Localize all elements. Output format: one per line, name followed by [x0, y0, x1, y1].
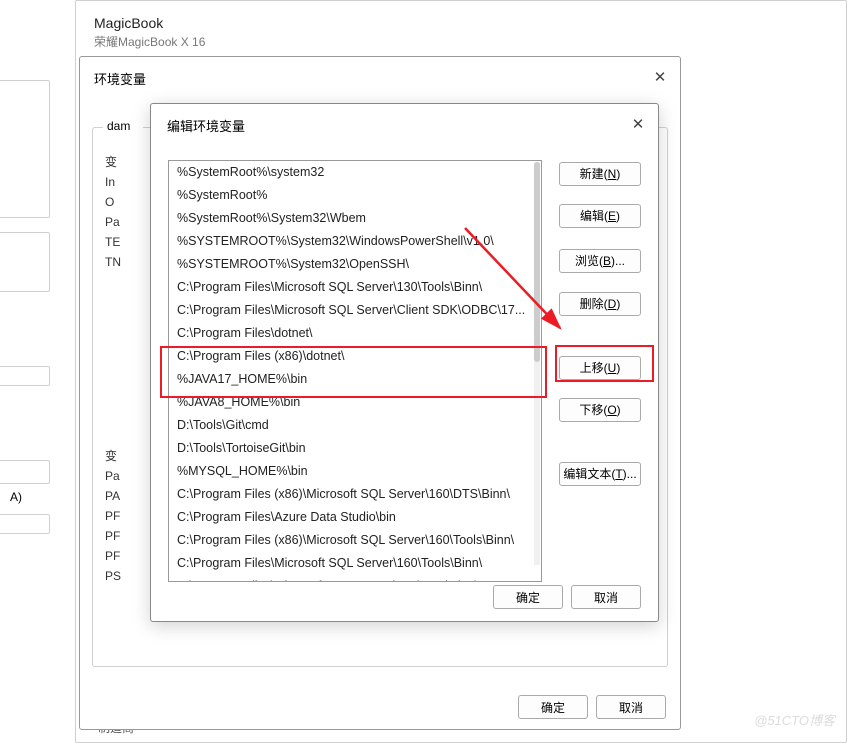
edit-dialog-title: 编辑环境变量 — [151, 104, 658, 147]
device-title: MagicBook — [94, 15, 828, 31]
scrollbar-thumb[interactable] — [534, 162, 540, 362]
var-peek: PF — [105, 546, 121, 566]
path-list-item[interactable]: C:\Program Files\Microsoft SQL Server\16… — [169, 575, 541, 582]
ok-button[interactable]: 确定 — [493, 585, 563, 609]
left-card — [0, 232, 50, 292]
path-list-item[interactable]: %JAVA8_HOME%\bin — [169, 391, 541, 414]
close-icon[interactable]: ✕ — [648, 65, 672, 89]
var-peek: PF — [105, 506, 121, 526]
path-list-item[interactable]: C:\Program Files\Azure Data Studio\bin — [169, 506, 541, 529]
env-dialog-title: 环境变量 — [80, 57, 680, 100]
var-peek: PS — [105, 566, 121, 586]
var-peek: 变 — [105, 446, 121, 466]
move-down-button[interactable]: 下移(O) — [559, 398, 641, 422]
path-list-item[interactable]: %SystemRoot%\system32 — [169, 161, 541, 184]
new-button[interactable]: 新建(N) — [559, 162, 641, 186]
path-list-item[interactable]: C:\Program Files\Microsoft SQL Server\13… — [169, 276, 541, 299]
delete-button[interactable]: 删除(D) — [559, 292, 641, 316]
var-peek: In — [105, 172, 121, 192]
browse-button[interactable]: 浏览(B)... — [559, 249, 641, 273]
path-list-item[interactable]: %MYSQL_HOME%\bin — [169, 460, 541, 483]
var-peek-col: 变 In O Pa TE TN — [105, 152, 121, 272]
path-list-item[interactable]: D:\Tools\Git\cmd — [169, 414, 541, 437]
edit-button[interactable]: 编辑(E) — [559, 204, 641, 228]
edit-text-button[interactable]: 编辑文本(T)... — [559, 462, 641, 486]
path-list-item[interactable]: C:\Program Files (x86)\Microsoft SQL Ser… — [169, 529, 541, 552]
var-peek: TE — [105, 232, 121, 252]
var-peek: 变 — [105, 152, 121, 172]
path-list-item[interactable]: D:\Tools\TortoiseGit\bin — [169, 437, 541, 460]
path-list-item[interactable]: %SystemRoot%\System32\Wbem — [169, 207, 541, 230]
scrollbar[interactable] — [534, 162, 540, 565]
path-list-item[interactable]: C:\Program Files (x86)\Microsoft SQL Ser… — [169, 483, 541, 506]
close-icon[interactable]: ✕ — [626, 112, 650, 136]
path-list-item[interactable]: C:\Program Files\Microsoft SQL Server\16… — [169, 552, 541, 575]
left-card — [0, 514, 50, 534]
path-list-item[interactable]: %SYSTEMROOT%\System32\WindowsPowerShell\… — [169, 230, 541, 253]
ok-button[interactable]: 确定 — [518, 695, 588, 719]
var-peek: TN — [105, 252, 121, 272]
cancel-button[interactable]: 取消 — [571, 585, 641, 609]
left-card — [0, 366, 50, 386]
path-list-item[interactable]: C:\Program Files\Microsoft SQL Server\Cl… — [169, 299, 541, 322]
var-peek: O — [105, 192, 121, 212]
device-header: MagicBook 荣耀MagicBook X 16 — [76, 1, 846, 52]
left-a-text: A) — [0, 488, 50, 506]
path-list[interactable]: %SystemRoot%\system32%SystemRoot%%System… — [168, 160, 542, 582]
edit-env-var-dialog: 编辑环境变量 ✕ %SystemRoot%\system32%SystemRoo… — [150, 103, 659, 622]
var-peek-col2: 变 Pa PA PF PF PF PS — [105, 446, 121, 586]
path-list-item[interactable]: C:\Program Files (x86)\dotnet\ — [169, 345, 541, 368]
var-peek: PF — [105, 526, 121, 546]
watermark: @51CTO博客 — [754, 710, 835, 729]
left-column: A) — [0, 80, 50, 580]
device-subtitle: 荣耀MagicBook X 16 — [94, 33, 828, 50]
path-list-item[interactable]: %SystemRoot% — [169, 184, 541, 207]
var-peek: Pa — [105, 212, 121, 232]
left-card — [0, 460, 50, 484]
env-group-label: dam — [103, 119, 143, 133]
cancel-button[interactable]: 取消 — [596, 695, 666, 719]
path-list-item[interactable]: %SYSTEMROOT%\System32\OpenSSH\ — [169, 253, 541, 276]
path-list-item[interactable]: C:\Program Files\dotnet\ — [169, 322, 541, 345]
move-up-button[interactable]: 上移(U) — [559, 356, 641, 380]
var-peek: Pa — [105, 466, 121, 486]
path-list-item[interactable]: %JAVA17_HOME%\bin — [169, 368, 541, 391]
var-peek: PA — [105, 486, 121, 506]
left-card — [0, 80, 50, 218]
